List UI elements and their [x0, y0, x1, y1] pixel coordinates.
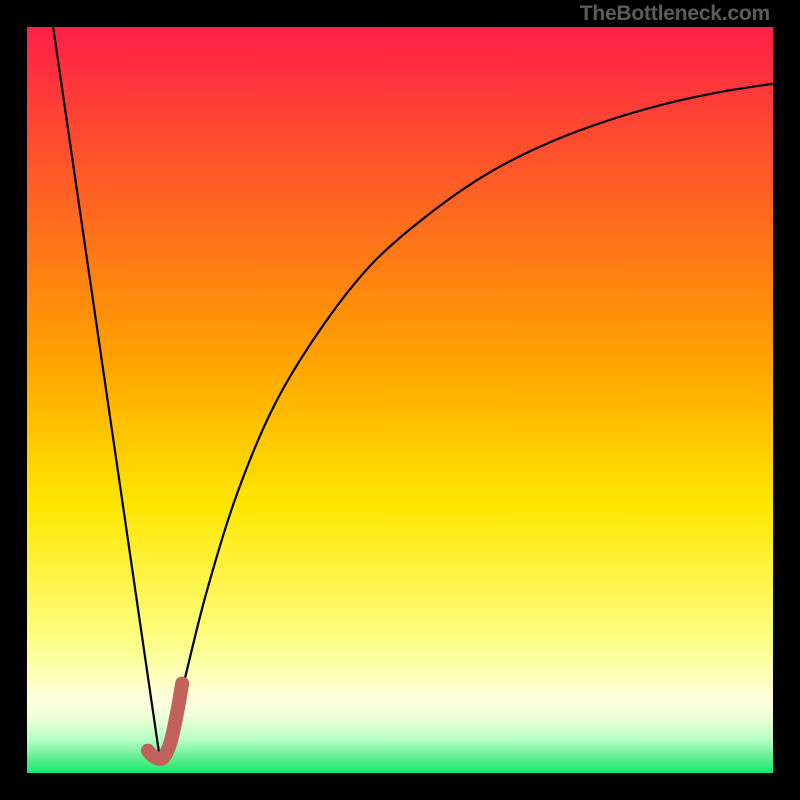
chart-svg	[27, 27, 773, 773]
chart-frame: TheBottleneck.com	[0, 0, 800, 800]
watermark-text: TheBottleneck.com	[580, 2, 770, 26]
plot-area	[27, 27, 773, 773]
gradient-bg	[27, 27, 773, 773]
